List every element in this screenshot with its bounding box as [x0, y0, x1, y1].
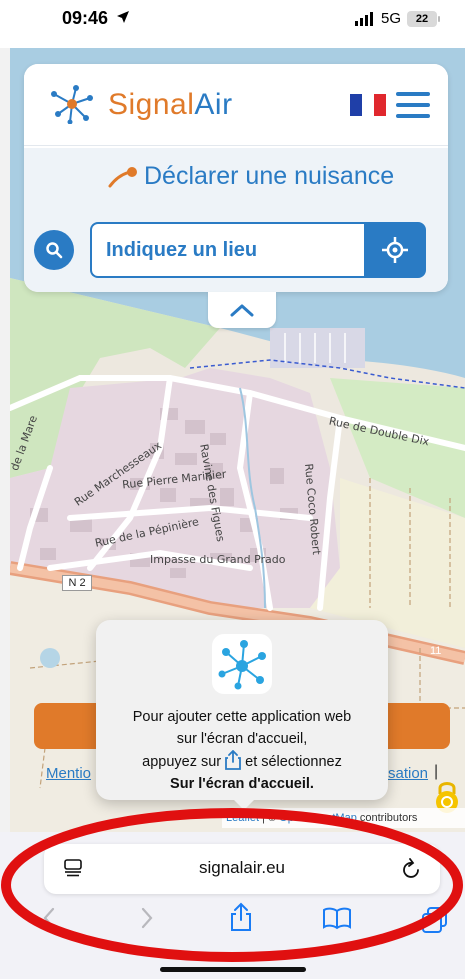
- tooltip-line3b: et sélectionnez: [245, 754, 342, 770]
- share-icon[interactable]: [230, 902, 252, 932]
- osm-link[interactable]: OpenStreetMap: [279, 812, 357, 824]
- location-search-input[interactable]: Indiquez un lieu: [90, 222, 364, 278]
- tooltip-line4: Sur l'écran d'accueil.: [170, 776, 314, 792]
- network-label: 5G: [380, 10, 401, 27]
- pin-arrow-icon: [108, 167, 137, 188]
- tooltip-text: Pour ajouter cette application web sur l…: [106, 706, 378, 795]
- url-text: signalair.eu: [198, 858, 285, 877]
- crosshair-icon: [382, 237, 408, 263]
- mentions-link[interactable]: Mentio: [46, 765, 91, 782]
- tooltip-line3: appuyez sur et sélectionnez: [106, 750, 378, 773]
- app-header-panel: SignalAir Déclarer une nuisance Indiquez…: [24, 64, 448, 292]
- share-icon: [225, 750, 242, 770]
- logo-air: Air: [194, 88, 233, 121]
- tooltip-line1: Pour ajouter cette application web: [132, 709, 352, 725]
- app-icon: [212, 634, 272, 694]
- declare-nuisance-label: Déclarer une nuisance: [144, 162, 395, 190]
- geolocate-button[interactable]: [364, 222, 426, 278]
- safari-bottom-bar: signalair.eu: [0, 832, 465, 979]
- safari-toolbar: [0, 902, 465, 946]
- left-edge: [0, 48, 10, 838]
- status-bar: 09:46 5G 22: [0, 0, 465, 48]
- road-number: 11: [430, 645, 442, 657]
- back-icon[interactable]: [42, 906, 56, 930]
- location-arrow-icon: [117, 11, 129, 23]
- status-time: 09:46: [62, 8, 109, 28]
- search-row: Indiquez un lieu: [24, 206, 448, 292]
- add-to-home-tooltip: Pour ajouter cette application web sur l…: [96, 620, 388, 810]
- search-icon[interactable]: [34, 230, 74, 270]
- declare-nuisance-button[interactable]: Déclarer une nuisance: [24, 148, 448, 206]
- header-top: SignalAir: [24, 64, 448, 146]
- french-flag-icon[interactable]: [350, 94, 386, 116]
- tabs-icon[interactable]: [420, 906, 450, 934]
- map-attribution: Leaflet | © OpenStreetMap contributors: [222, 808, 465, 828]
- tooltip-line2: sur l'écran d'accueil,: [176, 731, 308, 747]
- signalair-logo-icon: [51, 85, 93, 124]
- logo-signal: Signal: [108, 88, 195, 121]
- signal-bars-icon: [354, 11, 373, 26]
- collapse-panel-button[interactable]: [208, 292, 276, 328]
- attribution-contrib: contributors: [356, 812, 418, 824]
- hamburger-menu-icon[interactable]: [396, 92, 430, 118]
- sensibilisation-link[interactable]: sation: [388, 765, 428, 782]
- attribution-sep: | ©: [259, 812, 280, 824]
- battery-icon: 22: [407, 10, 440, 27]
- app-logo-text: SignalAir: [108, 88, 233, 122]
- address-bar[interactable]: signalair.eu: [44, 844, 440, 894]
- bookmarks-icon[interactable]: [322, 906, 352, 930]
- road-shield-n2: N 2: [62, 575, 92, 591]
- street-label: Impasse du Grand Prado: [150, 553, 286, 566]
- tooltip-line3a: appuyez sur: [142, 754, 222, 770]
- reload-icon[interactable]: [402, 858, 422, 880]
- status-indicators: 5G 22: [354, 10, 440, 27]
- forward-icon[interactable]: [140, 906, 154, 930]
- chevron-up-icon: [230, 304, 254, 317]
- leaflet-link[interactable]: Leaflet: [226, 812, 259, 824]
- home-indicator: [160, 967, 306, 972]
